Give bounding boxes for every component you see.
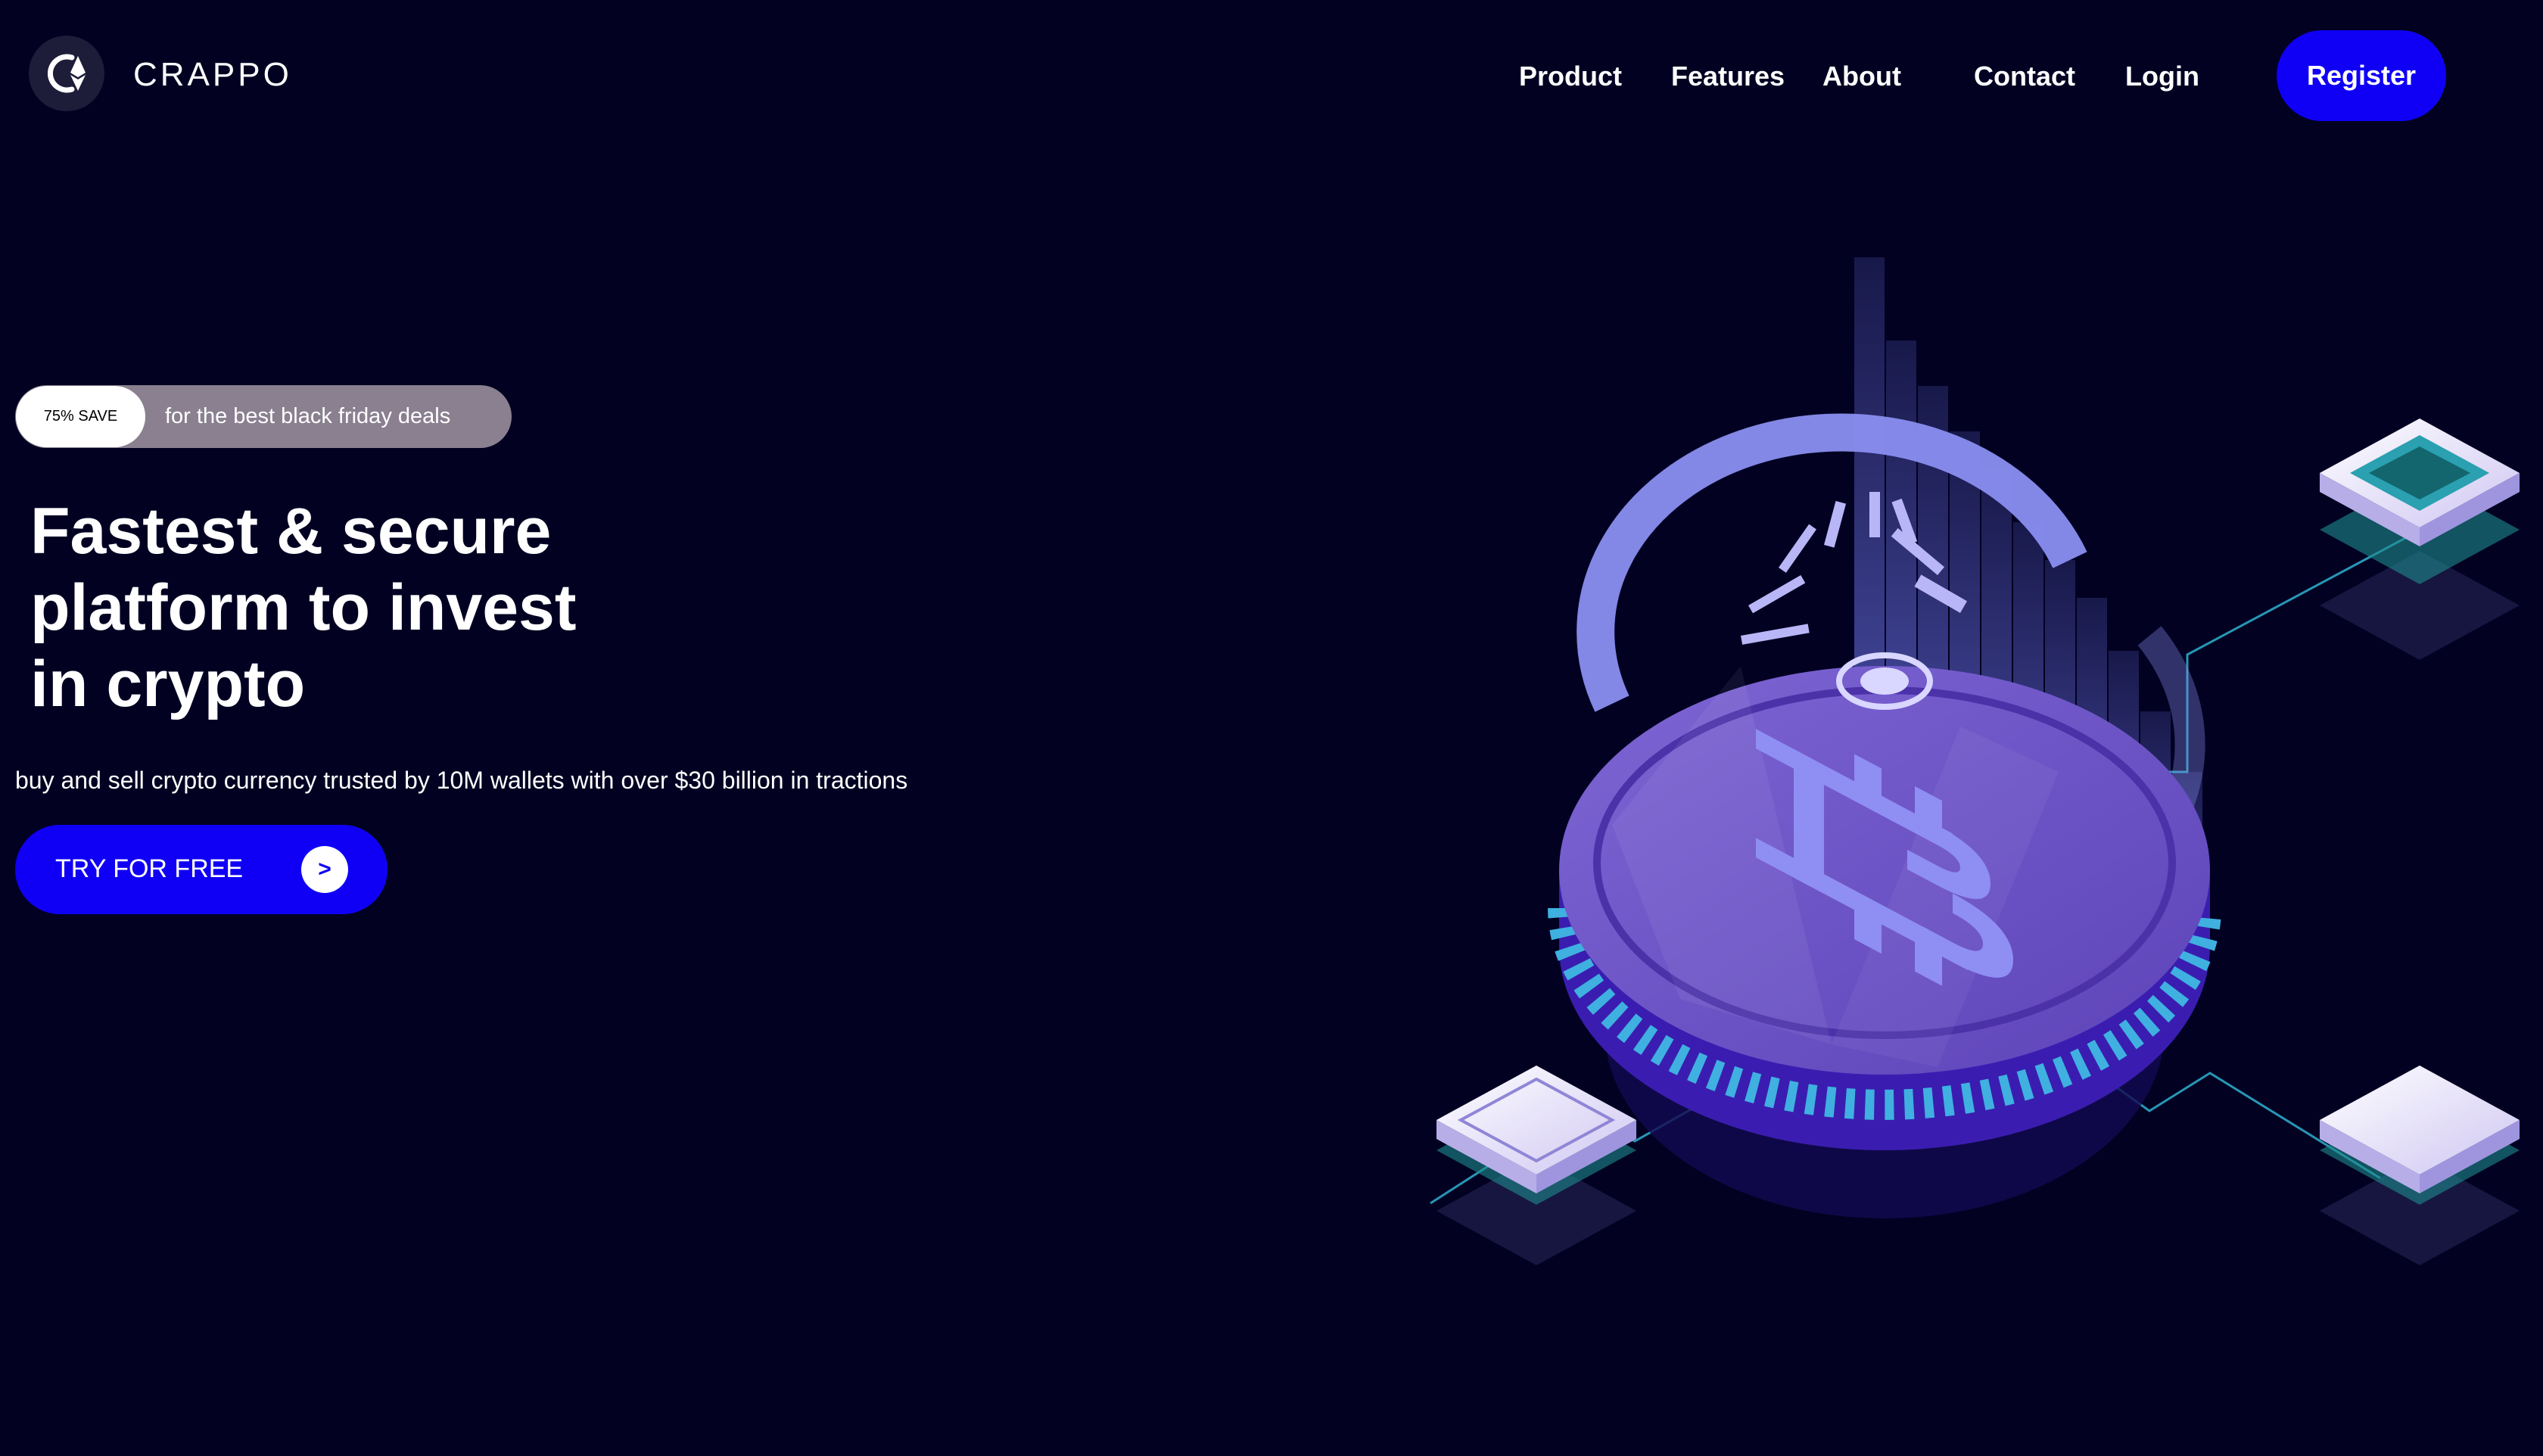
arrow-right-icon: > <box>301 846 348 893</box>
tile-left <box>1436 1066 1636 1265</box>
nav-contact-link[interactable]: Contact <box>1974 61 2075 92</box>
nav-about-link[interactable]: About <box>1822 61 1901 92</box>
brand-name[interactable]: CRAPPO <box>133 56 292 94</box>
tile-bottom-right <box>2320 1066 2520 1265</box>
hero-subheadline: buy and sell crypto currency trusted by … <box>15 767 908 794</box>
nav-features-link[interactable]: Features <box>1671 61 1785 92</box>
bitcoin-coin-illustration <box>1430 257 2520 1265</box>
register-button[interactable]: Register <box>2277 30 2446 121</box>
headline-line-3: in crypto <box>30 648 306 720</box>
crappo-logo-icon[interactable] <box>29 36 104 111</box>
hero-headline: Fastest & secure platform to invest in c… <box>30 493 636 723</box>
nav-product-link[interactable]: Product <box>1519 61 1622 92</box>
tile-top-right <box>2320 418 2520 660</box>
promo-badge: 75% SAVE <box>16 386 145 447</box>
cta-label: TRY FOR FREE <box>55 854 244 883</box>
nav-login-link[interactable]: Login <box>2125 61 2199 92</box>
promo-text: for the best black friday deals <box>165 404 451 428</box>
headline-line-1: Fastest & secure <box>30 495 552 568</box>
try-for-free-button[interactable]: TRY FOR FREE > <box>15 825 388 914</box>
headline-line-2: platform to invest <box>30 571 577 644</box>
promo-pill: 75% SAVE for the best black friday deals <box>15 385 512 448</box>
